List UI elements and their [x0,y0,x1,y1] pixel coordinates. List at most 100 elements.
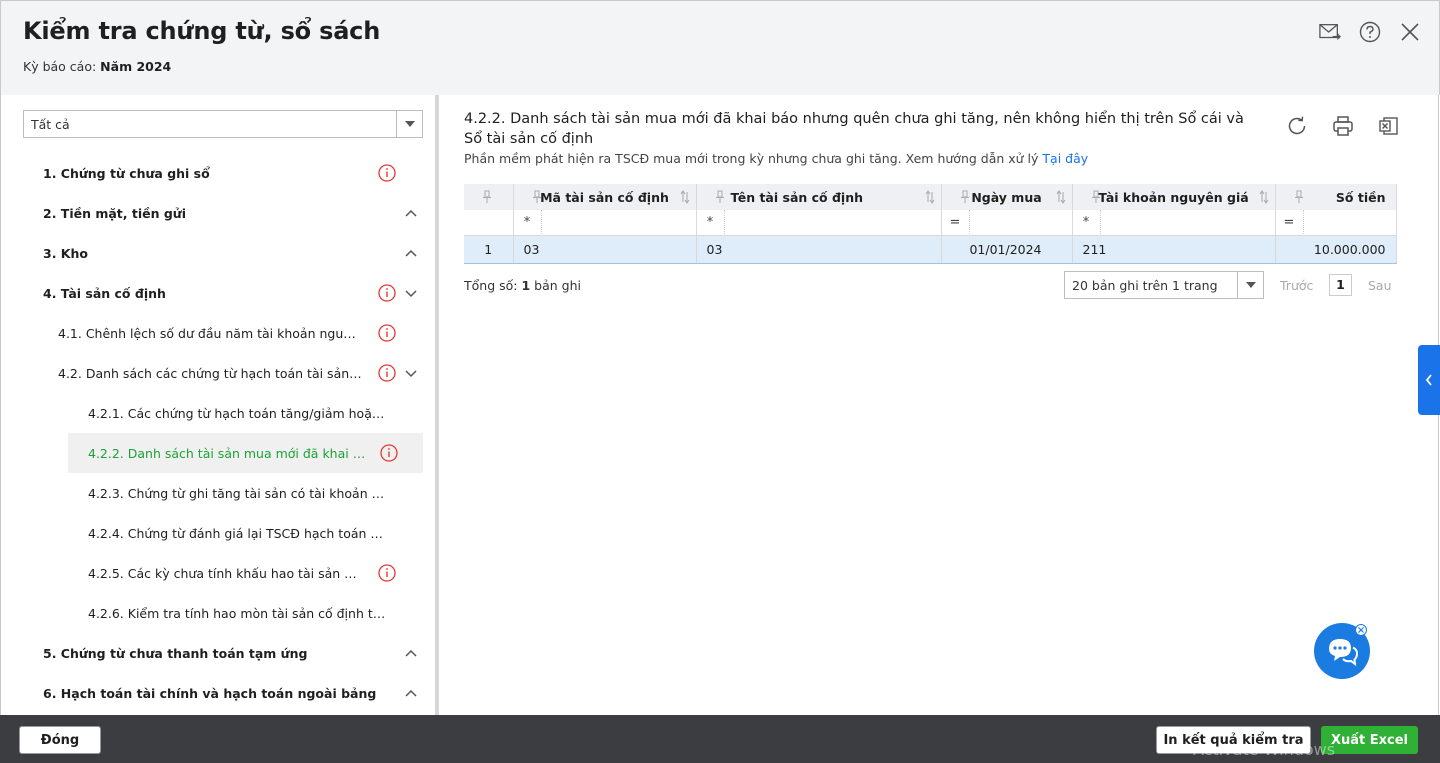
mail-send-icon[interactable] [1319,21,1341,43]
tree-item-4-2-4[interactable]: 4.2.4. Chứng từ đánh giá lại TSCĐ hạch t… [1,513,436,553]
dialog-header: Kiểm tra chứng từ, sổ sách Kỳ báo cáo: N… [0,0,1440,95]
pin-icon[interactable] [1091,190,1101,204]
filter-row: * * = * = [464,210,1397,236]
cell-index: 1 [464,235,514,264]
page-size-select[interactable]: 20 bản ghi trên 1 trang [1064,271,1264,299]
sort-icon[interactable] [680,190,690,204]
chevron-up-icon[interactable] [404,206,418,220]
chevron-down-icon[interactable] [396,111,422,137]
cell-asset-code: 03 [513,235,697,264]
filter-operator[interactable]: * [1073,210,1101,234]
tree-item-4-2-5[interactable]: 4.2.5. Các kỳ chưa tính khấu hao tài sản… [1,553,436,593]
print-results-button[interactable]: In kết quả kiểm tra [1156,726,1311,754]
period-label: Kỳ báo cáo: [23,59,97,74]
page-size-value: 20 bản ghi trên 1 trang [1072,278,1218,293]
total-value: 1 [521,278,531,293]
chevron-up-icon[interactable] [404,646,418,660]
col-account[interactable]: Tài khoản nguyên giá [1072,184,1276,210]
pin-icon[interactable] [1294,190,1304,204]
tree-item-4-2-1[interactable]: 4.2.1. Các chứng từ hạch toán tăng/giảm … [1,393,436,433]
tree-item-label: 4.2.5. Các kỳ chưa tính khấu hao tài sản… [88,565,363,581]
close-button[interactable]: Đóng [19,726,101,754]
tree-item-label: 4. Tài sản cố định [43,285,166,301]
tree-item-4-2-2[interactable]: 4.2.2. Danh sách tài sản mua mới đã khai… [68,433,423,473]
chat-icon [1329,639,1359,666]
refresh-icon[interactable] [1286,115,1308,137]
chevron-down-icon[interactable] [404,286,418,300]
help-icon[interactable] [1359,21,1381,43]
check-tree: 1. Chứng từ chưa ghi sổ 2. Tiền mặt, tiề… [1,153,436,713]
filter-operator[interactable]: = [1276,210,1304,234]
pin-icon[interactable] [532,190,542,204]
chat-dismiss-button[interactable] [1355,624,1367,636]
chevron-down-icon[interactable] [1237,272,1263,298]
print-icon[interactable] [1332,115,1354,137]
col-label: Tài khoản nguyên giá [1098,189,1249,205]
tree-item-3[interactable]: 3. Kho [1,233,436,273]
warning-icon [378,164,396,182]
help-link[interactable]: Tại đây [1042,151,1088,166]
tree-item-6[interactable]: 6. Hạch toán tài chính và hạch toán ngoà… [1,673,436,713]
col-purchase-date[interactable]: Ngày mua [941,184,1073,210]
prev-page-button[interactable]: Trước [1280,278,1313,293]
warning-icon [378,564,396,582]
filter-value: Tất cả [31,117,70,132]
tree-item-2[interactable]: 2. Tiền mặt, tiền gửi [1,193,436,233]
tree-item-label: 2. Tiền mặt, tiền gửi [43,205,186,221]
excel-export-icon[interactable] [1378,115,1400,137]
filter-cell-account[interactable]: * [1072,210,1276,236]
chevron-up-icon[interactable] [404,246,418,260]
filter-cell-code[interactable]: * [513,210,697,236]
filter-operator[interactable]: * [514,210,542,234]
filter-cell-amount[interactable]: = [1275,210,1397,236]
tree-item-4-2-3[interactable]: 4.2.3. Chứng từ ghi tăng tài sản có tài … [1,473,436,513]
sort-icon[interactable] [925,190,935,204]
tree-item-label: 4.1. Chênh lệch số dư đầu năm tài khoản … [58,325,363,341]
tree-item-label: 4.2.1. Các chứng từ hạch toán tăng/giảm … [88,405,388,421]
tree-item-4-2-6[interactable]: 4.2.6. Kiểm tra tính hao mòn tài sản cố … [1,593,436,633]
filter-cell-date[interactable]: = [941,210,1073,236]
filter-cell-name[interactable]: * [696,210,942,236]
pin-icon[interactable] [715,190,725,204]
tree-item-label: 6. Hạch toán tài chính và hạch toán ngoà… [43,685,377,701]
total-suffix: bản ghi [534,278,581,293]
side-panel-toggle[interactable] [1418,345,1440,415]
sort-icon[interactable] [1056,190,1066,204]
table-header-row: Mã tài sản cố định Tên tài sản cố định N… [464,184,1397,210]
chevron-up-icon[interactable] [404,686,418,700]
pin-icon[interactable] [960,190,970,204]
dialog-footer: Đóng In kết quả kiểm tra Xuất Excel [0,715,1440,763]
cell-purchase-date: 01/01/2024 [941,235,1073,264]
detail-description: Phần mềm phát hiện ra TSCĐ mua mới trong… [464,151,1088,166]
export-excel-button[interactable]: Xuất Excel [1321,726,1418,754]
tree-item-1[interactable]: 1. Chứng từ chưa ghi sổ [1,153,436,193]
col-asset-name[interactable]: Tên tài sản cố định [696,184,942,210]
detail-panel: 4.2.2. Danh sách tài sản mua mới đã khai… [439,95,1439,715]
warning-icon [378,324,396,342]
tree-item-4-2[interactable]: 4.2. Danh sách các chứng từ hạch toán tà… [1,353,436,393]
chevron-down-icon[interactable] [404,366,418,380]
col-asset-code[interactable]: Mã tài sản cố định [513,184,697,210]
filter-operator[interactable]: = [942,210,970,234]
col-amount[interactable]: Số tiền [1275,184,1397,210]
sort-icon[interactable] [1259,190,1269,204]
check-list-panel: Tất cả 1. Chứng từ chưa ghi sổ 2. Tiền m… [0,95,435,715]
filter-operator[interactable]: * [697,210,725,234]
tree-item-label: 4.2. Danh sách các chứng từ hạch toán tà… [58,365,363,381]
table-row[interactable]: 1 03 03 01/01/2024 211 10.000.000 [464,235,1397,264]
filter-select[interactable]: Tất cả [23,110,423,138]
close-icon[interactable] [1399,21,1421,43]
warning-icon [380,444,398,462]
page-title: Kiểm tra chứng từ, sổ sách [23,17,381,45]
tree-item-label: 5. Chứng từ chưa thanh toán tạm ứng [43,645,308,661]
next-page-button[interactable]: Sau [1368,278,1392,293]
tree-item-4-1[interactable]: 4.1. Chênh lệch số dư đầu năm tài khoản … [1,313,436,353]
cell-asset-name: 03 [696,235,942,264]
col-label: Tên tài sản cố định [730,189,864,205]
pin-icon[interactable] [482,190,492,204]
tree-item-4[interactable]: 4. Tài sản cố định [1,273,436,313]
tree-item-label: 4.2.4. Chứng từ đánh giá lại TSCĐ hạch t… [88,525,388,541]
tree-item-5[interactable]: 5. Chứng từ chưa thanh toán tạm ứng [1,633,436,673]
current-page-button[interactable]: 1 [1329,274,1352,296]
total-label: Tổng số: [464,278,518,293]
